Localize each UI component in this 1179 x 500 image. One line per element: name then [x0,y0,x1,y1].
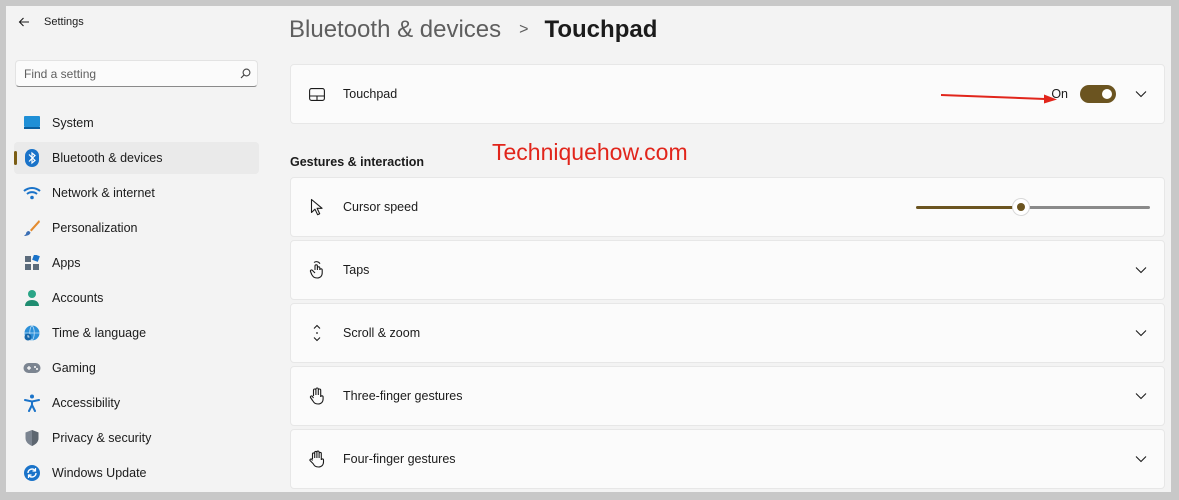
touchpad-label: Touchpad [343,87,398,101]
search-box[interactable] [15,60,258,87]
sidebar-item-label: System [52,116,94,130]
breadcrumb-parent[interactable]: Bluetooth & devices [289,16,501,44]
four-finger-gestures-label: Four-finger gestures [343,452,456,466]
sidebar-item-label: Accessibility [52,396,121,410]
annotation-arrow-icon [941,94,1057,104]
sidebar-item-label: Bluetooth & devices [52,151,163,165]
back-button[interactable] [10,8,38,36]
brush-icon [23,219,41,237]
toggle-knob [1102,89,1112,99]
sidebar-item-personalization[interactable]: Personalization [14,212,259,244]
wifi-icon [23,184,41,202]
four-finger-gestures-card[interactable]: Four-finger gestures [290,429,1165,489]
search-icon[interactable] [233,68,257,79]
chevron-down-icon[interactable] [1134,389,1148,403]
sidebar-item-network-internet[interactable]: Network & internet [14,177,259,209]
watermark-text: Techniquehow.com [492,139,688,165]
sidebar-item-windows-update[interactable]: Windows Update [14,457,259,489]
taps-label: Taps [343,263,370,277]
touchpad-icon [305,82,329,106]
breadcrumb: Bluetooth & devices > Touchpad [289,16,657,44]
sidebar-item-label: Time & language [52,326,147,340]
sidebar-item-label: Network & internet [52,186,155,200]
cursor-speed-label: Cursor speed [343,200,419,214]
section-title: Gestures & interaction [290,155,425,169]
cursor-speed-card: Cursor speed [290,177,1165,237]
sidebar-item-label: Apps [52,256,81,270]
sidebar-item-label: Accounts [52,291,104,305]
page-title: Touchpad [544,16,658,43]
tap-icon [305,258,329,282]
monitor-icon [23,114,41,132]
chevron-down-icon[interactable] [1134,263,1148,277]
search-input[interactable] [16,66,233,81]
sidebar-item-label: Windows Update [52,466,147,480]
scroll-zoom-card[interactable]: Scroll & zoom [290,303,1165,363]
sidebar-item-time-language[interactable]: Time & language [14,317,259,349]
sidebar-item-accessibility[interactable]: Accessibility [14,387,259,419]
three-finger-gestures-card[interactable]: Three-finger gestures [290,366,1165,426]
back-arrow-icon [18,17,29,27]
four-finger-icon [305,447,329,471]
taps-card[interactable]: Taps [290,240,1165,300]
sidebar-item-label: Privacy & security [52,431,152,445]
scroll-icon [305,321,329,345]
scroll-zoom-label: Scroll & zoom [343,326,421,340]
update-icon [23,464,41,482]
sidebar-item-bluetooth-devices[interactable]: Bluetooth & devices [14,142,259,174]
cursor-speed-slider[interactable] [916,197,1150,217]
sidebar-item-accounts[interactable]: Accounts [14,282,259,314]
sidebar-item-privacy-security[interactable]: Privacy & security [14,422,259,454]
breadcrumb-separator: > [519,21,529,38]
chevron-down-icon[interactable] [1134,326,1148,340]
slider-track [1021,206,1150,209]
accessibility-icon [23,394,41,412]
title-bar: Settings [6,6,276,38]
app-title: Settings [44,16,84,28]
settings-window: Settings System Bluetooth & devices [6,6,1171,492]
globe-clock-icon [23,324,41,342]
sidebar-nav: System Bluetooth & devices Network & int… [14,107,259,492]
slider-thumb[interactable] [1012,198,1030,216]
sidebar-item-label: Personalization [52,221,138,235]
cursor-icon [305,195,329,219]
sidebar-item-gaming[interactable]: Gaming [14,352,259,384]
touchpad-toggle[interactable] [1080,85,1116,103]
gamepad-icon [23,359,41,377]
sidebar-item-system[interactable]: System [14,107,259,139]
shield-icon [23,429,41,447]
three-finger-icon [305,384,329,408]
sidebar-item-apps[interactable]: Apps [14,247,259,279]
chevron-down-icon[interactable] [1134,452,1148,466]
three-finger-gestures-label: Three-finger gestures [343,389,463,403]
apps-icon [23,254,41,272]
slider-track-fill [916,206,1021,209]
bluetooth-icon [23,149,41,167]
person-icon [23,289,41,307]
sidebar-item-label: Gaming [52,361,96,375]
chevron-down-icon[interactable] [1134,87,1148,101]
